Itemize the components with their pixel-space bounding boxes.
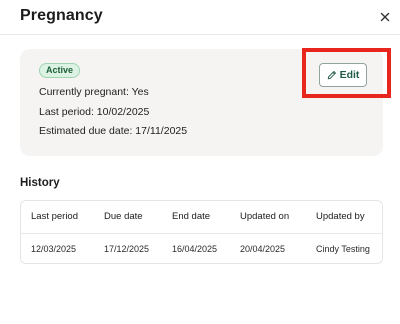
panel-header: Pregnancy [0, 0, 400, 35]
table-row[interactable]: 12/03/2025 17/12/2025 16/04/2025 20/04/2… [21, 233, 382, 263]
cell-updated-on: 20/04/2025 [240, 244, 286, 254]
cell-last-period: 12/03/2025 [31, 244, 77, 254]
history-table: Last period Due date End date Updated on… [20, 200, 383, 264]
edit-button[interactable]: Edit [319, 63, 367, 87]
column-header-end-date: End date [172, 211, 211, 222]
estimated-due-date-text: Estimated due date: 17/11/2025 [39, 125, 188, 137]
panel-title: Pregnancy [20, 7, 103, 24]
close-button[interactable] [378, 10, 392, 24]
currently-pregnant-text: Currently pregnant: Yes [39, 86, 149, 98]
history-title: History [20, 177, 60, 189]
cell-updated-by: Cindy Testing [316, 244, 370, 254]
cell-due-date: 17/12/2025 [104, 244, 150, 254]
edit-button-label: Edit [339, 69, 360, 81]
table-header-row: Last period Due date End date Updated on… [21, 201, 382, 234]
pencil-icon [327, 71, 336, 80]
column-header-updated-by: Updated by [316, 211, 365, 222]
status-badge: Active [39, 63, 81, 78]
column-header-updated-on: Updated on [240, 211, 290, 222]
close-icon [380, 12, 390, 22]
last-period-text: Last period: 10/02/2025 [39, 106, 150, 118]
column-header-last-period: Last period [31, 211, 79, 222]
cell-end-date: 16/04/2025 [172, 244, 218, 254]
column-header-due-date: Due date [104, 211, 143, 222]
pregnancy-panel: Pregnancy Active Currently pregnant: Yes… [0, 0, 400, 324]
current-status-card: Active Currently pregnant: Yes Last peri… [20, 49, 383, 156]
